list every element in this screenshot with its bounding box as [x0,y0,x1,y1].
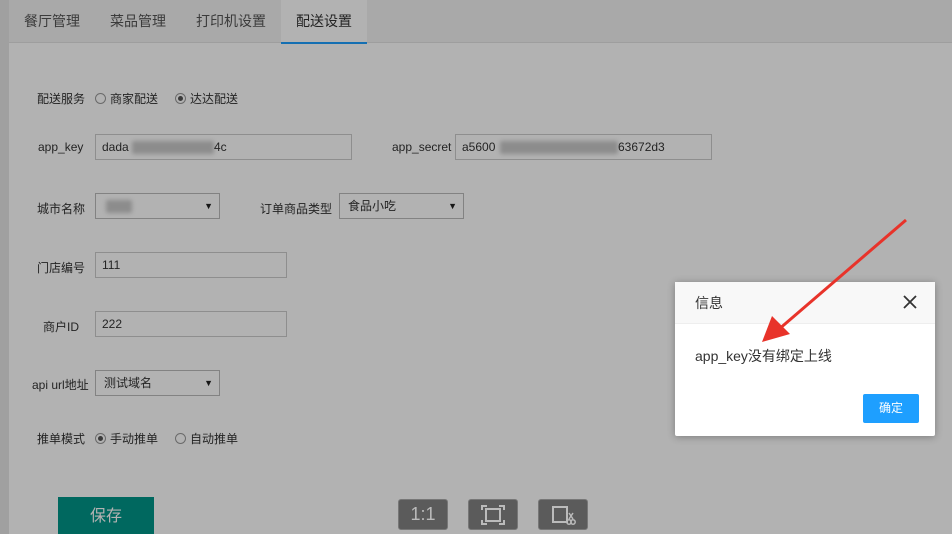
annotation-arrow-icon [762,218,907,342]
